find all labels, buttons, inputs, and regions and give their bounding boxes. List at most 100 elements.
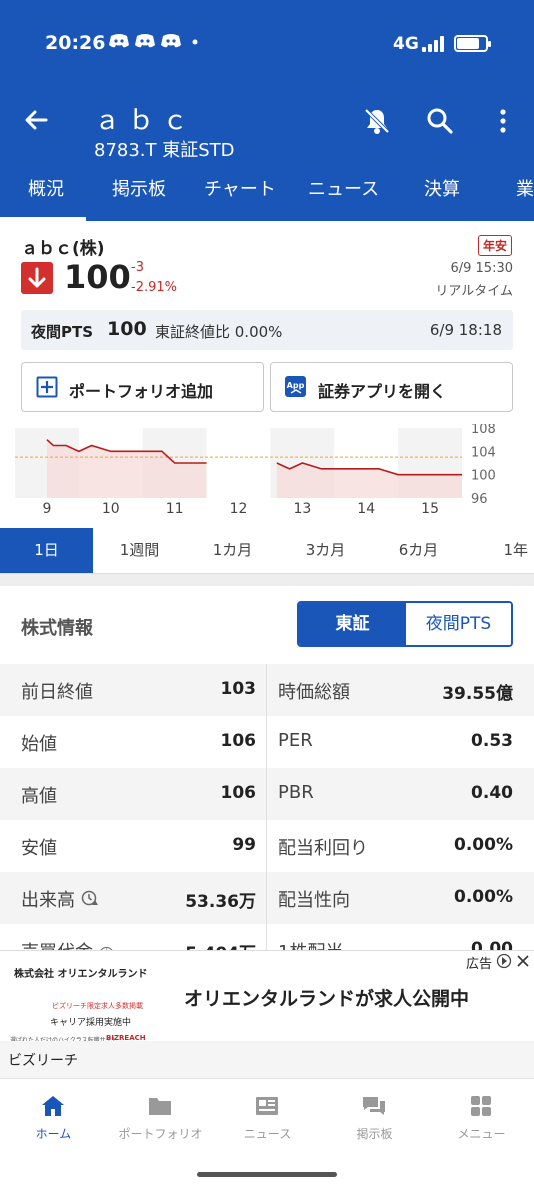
bell-off-icon[interactable]	[362, 106, 392, 136]
stock-code: 8783.T 東証STD	[94, 140, 235, 161]
period-tab-1y[interactable]: 1年	[465, 528, 534, 573]
ad-company-logo: 株式会社 オリエンタルランド	[14, 969, 148, 980]
x-tick-label: 11	[166, 501, 184, 517]
nav-label: ポートフォリオ	[118, 1127, 203, 1141]
bottom-navigation: ホーム ポートフォリオ ニュース 掲示板 メニュー	[0, 1078, 534, 1152]
market-toggle: 東証 夜間PTS	[297, 601, 513, 647]
row-label: 時価総額	[278, 682, 350, 703]
row-label: 高値	[21, 786, 57, 807]
nav-news[interactable]: ニュース	[214, 1079, 321, 1153]
tab-more[interactable]: 業	[516, 174, 534, 221]
row-value: 0.53	[471, 731, 513, 751]
row-value: 103	[220, 679, 257, 699]
section-divider	[0, 574, 534, 586]
discord-icon	[161, 34, 181, 48]
tab-board[interactable]: 掲示板	[112, 174, 166, 221]
stock-info-table: 前日終値 103 時価総額 39.55億 始値 106 PER 0.53 高値 …	[0, 664, 534, 950]
plus-box-icon	[36, 376, 58, 398]
app-icon: App	[285, 376, 306, 397]
volume-info-icon[interactable]	[81, 890, 99, 908]
ad-label: 広告	[466, 957, 493, 972]
battery-icon	[454, 35, 491, 52]
ad-headline[interactable]: オリエンタルランドが求人公開中	[184, 984, 469, 1011]
row-label: 出来高	[21, 886, 99, 912]
more-vertical-icon[interactable]	[488, 106, 518, 136]
tab-overview[interactable]: 概況	[0, 174, 86, 221]
search-icon[interactable]	[425, 106, 455, 136]
x-tick-label: 12	[230, 501, 248, 517]
row-value: 99	[232, 835, 256, 855]
y-tick-label: 100	[471, 469, 496, 484]
y-tick-label: 104	[471, 445, 496, 460]
company-name: ａｂｃ(株)	[21, 239, 105, 259]
open-app-label: 証券アプリを開く	[318, 382, 447, 401]
period-tab-1w[interactable]: 1週間	[93, 528, 186, 573]
tab-earnings[interactable]: 決算	[424, 174, 460, 221]
pts-label: 夜間PTS	[31, 323, 94, 341]
ad-sponsor-bar[interactable]: ビズリーチ	[0, 1041, 534, 1079]
pts-time: 6/9 18:18	[429, 321, 502, 339]
nav-label: ニュース	[243, 1127, 292, 1141]
table-row: 出来高 53.36万 配当性向 0.00%	[0, 872, 534, 924]
signal-icon	[422, 36, 446, 52]
intraday-chart[interactable]: 9 10 11 12 13 14 15 108 104 100 96	[0, 424, 534, 520]
home-icon	[42, 1096, 64, 1116]
open-securities-app-button[interactable]: App 証券アプリを開く	[270, 362, 513, 412]
x-tick-label: 14	[357, 501, 375, 517]
nav-label: 掲示板	[356, 1127, 393, 1141]
table-row: 安値 99 配当利回り 0.00%	[0, 820, 534, 872]
ad-banner[interactable]: 株式会社 オリエンタルランド ビズリーチ限定求人多数掲載 キャリア採用実施中 選…	[0, 950, 534, 1079]
grid-icon	[471, 1096, 491, 1116]
period-tab-1m[interactable]: 1カ月	[186, 528, 279, 573]
row-label: 始値	[21, 734, 57, 755]
add-portfolio-button[interactable]: ポートフォリオ追加	[21, 362, 264, 412]
close-icon[interactable]	[515, 953, 531, 969]
back-arrow-icon[interactable]	[20, 104, 52, 136]
status-bar: 20:26 4G	[0, 0, 534, 86]
period-tab-3m[interactable]: 3カ月	[279, 528, 372, 573]
row-label: 売買代金i	[21, 938, 114, 950]
row-label: 安値	[21, 838, 57, 859]
row-value: 0.00	[471, 939, 513, 950]
row-label: 1株配当	[278, 938, 343, 950]
x-tick-label: 10	[102, 501, 120, 517]
status-time: 20:26	[45, 32, 106, 54]
nav-home[interactable]: ホーム	[0, 1079, 107, 1153]
y-tick-label: 96	[471, 492, 488, 507]
period-tab-6m[interactable]: 6カ月	[372, 528, 465, 573]
discord-icon	[135, 34, 155, 48]
stock-name: ａｂｃ	[94, 106, 197, 136]
gesture-bar[interactable]	[197, 1172, 337, 1177]
row-label: 配当利回り	[278, 838, 368, 859]
add-portfolio-label: ポートフォリオ追加	[69, 382, 214, 401]
quote-date: 6/9 15:30	[450, 261, 513, 276]
down-arrow-icon	[21, 262, 53, 294]
pts-comparison: 東証終値比 0.00%	[155, 323, 283, 341]
row-value: 106	[220, 731, 257, 751]
row-label: 配当性向	[278, 890, 350, 911]
dot-icon	[192, 39, 198, 45]
toggle-night-pts[interactable]: 夜間PTS	[406, 603, 511, 645]
toggle-tse[interactable]: 東証	[299, 603, 406, 645]
folder-icon	[149, 1098, 171, 1115]
section-title: 株式情報	[21, 618, 93, 639]
tab-news[interactable]: ニュース	[308, 174, 379, 221]
period-tab-1d[interactable]: 1日	[0, 528, 93, 573]
nav-menu[interactable]: メニュー	[428, 1079, 534, 1153]
pts-price: 100	[107, 318, 147, 340]
nav-portfolio[interactable]: ポートフォリオ	[107, 1079, 214, 1153]
nav-board[interactable]: 掲示板	[321, 1079, 428, 1153]
x-tick-label: 13	[293, 501, 311, 517]
table-row: 売買代金i 5,404万 1株配当 0.00	[0, 924, 534, 950]
tab-chart[interactable]: チャート	[204, 174, 276, 221]
row-value: 0.40	[471, 783, 513, 803]
ad-choices-icon[interactable]	[496, 953, 512, 969]
notification-icons	[108, 33, 198, 53]
column-divider	[266, 664, 267, 950]
pts-summary: 夜間PTS 100 東証終値比 0.00% 6/9 18:18	[21, 310, 513, 350]
price-change-percent: -2.91%	[131, 280, 177, 295]
quote-mode: リアルタイム	[435, 284, 513, 299]
ad-thumbnail[interactable]: 株式会社 オリエンタルランド ビズリーチ限定求人多数掲載 キャリア採用実施中 選…	[10, 959, 166, 1044]
row-label: 前日終値	[21, 682, 93, 703]
x-tick-label: 9	[42, 501, 51, 517]
